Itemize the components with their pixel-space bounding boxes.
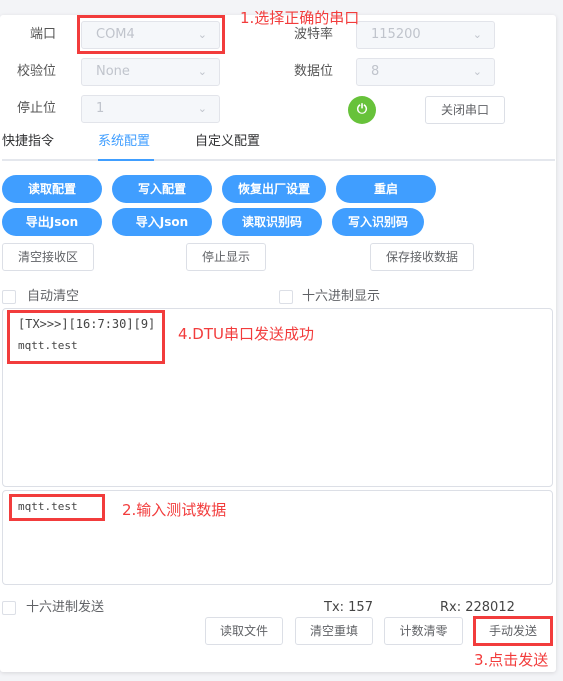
tab-system-config[interactable]: 系统配置 [98, 132, 150, 152]
factory-reset-button[interactable]: 恢复出厂设置 [222, 175, 326, 203]
tx-counter: Tx: 157 [324, 600, 373, 615]
annotation-box-send [9, 494, 105, 521]
reset-count-button[interactable]: 计数清零 [384, 617, 463, 645]
write-config-button[interactable]: 写入配置 [112, 175, 212, 203]
rx-counter: Rx: 228012 [440, 600, 515, 615]
stopbits-value: 1 [96, 101, 105, 116]
annotation-3: 3.点击发送 [474, 651, 549, 669]
close-port-button[interactable]: 关闭串口 [425, 96, 505, 124]
chevron-down-icon: ⌄ [472, 65, 482, 78]
hex-send-label: 十六进制发送 [26, 600, 105, 615]
hex-display-label: 十六进制显示 [302, 289, 381, 304]
save-receive-button[interactable]: 保存接收数据 [370, 243, 474, 271]
stopbits-label: 停止位 [17, 101, 57, 116]
baud-select[interactable]: 115200 ⌄ [356, 21, 495, 49]
annotation-4: 4.DTU串口发送成功 [178, 325, 315, 343]
power-icon[interactable]: ⏻ [348, 96, 376, 124]
import-json-button[interactable]: 导入Json [112, 208, 212, 236]
baud-value: 115200 [371, 27, 421, 42]
databits-value: 8 [371, 64, 380, 79]
annotation-2: 2.输入测试数据 [122, 501, 227, 519]
stopbits-select[interactable]: 1 ⌄ [81, 95, 220, 123]
export-json-button[interactable]: 导出Json [2, 208, 102, 236]
parity-value: None [96, 64, 130, 79]
read-file-button[interactable]: 读取文件 [205, 617, 283, 645]
hex-display-checkbox[interactable] [279, 290, 293, 304]
stop-display-button[interactable]: 停止显示 [186, 243, 266, 271]
chevron-down-icon: ⌄ [197, 102, 207, 115]
chevron-down-icon: ⌄ [472, 28, 482, 41]
parity-select[interactable]: None ⌄ [81, 58, 220, 86]
tab-quick-commands[interactable]: 快捷指令 [2, 132, 54, 152]
restart-button[interactable]: 重启 [336, 175, 436, 203]
hex-send-checkbox[interactable] [2, 601, 16, 615]
write-id-button[interactable]: 写入识别码 [332, 208, 424, 236]
annotation-box-port [77, 15, 225, 54]
annotation-1: 1.选择正确的串口 [240, 9, 360, 27]
auto-clear-checkbox[interactable] [2, 290, 16, 304]
tab-active-indicator [98, 159, 154, 161]
annotation-box-send-button [473, 616, 553, 646]
clear-receive-button[interactable]: 清空接收区 [2, 243, 94, 271]
annotation-box-receive [7, 310, 165, 364]
read-id-button[interactable]: 读取识别码 [222, 208, 322, 236]
clear-refill-button[interactable]: 清空重填 [295, 617, 373, 645]
read-config-button[interactable]: 读取配置 [2, 175, 102, 203]
chevron-down-icon: ⌄ [197, 65, 207, 78]
parity-label: 校验位 [17, 64, 57, 79]
databits-select[interactable]: 8 ⌄ [356, 58, 495, 86]
port-label: 端口 [30, 27, 57, 42]
auto-clear-label: 自动清空 [27, 289, 80, 304]
tab-custom-config[interactable]: 自定义配置 [195, 132, 260, 152]
tab-divider [2, 159, 555, 161]
databits-label: 数据位 [294, 64, 334, 79]
